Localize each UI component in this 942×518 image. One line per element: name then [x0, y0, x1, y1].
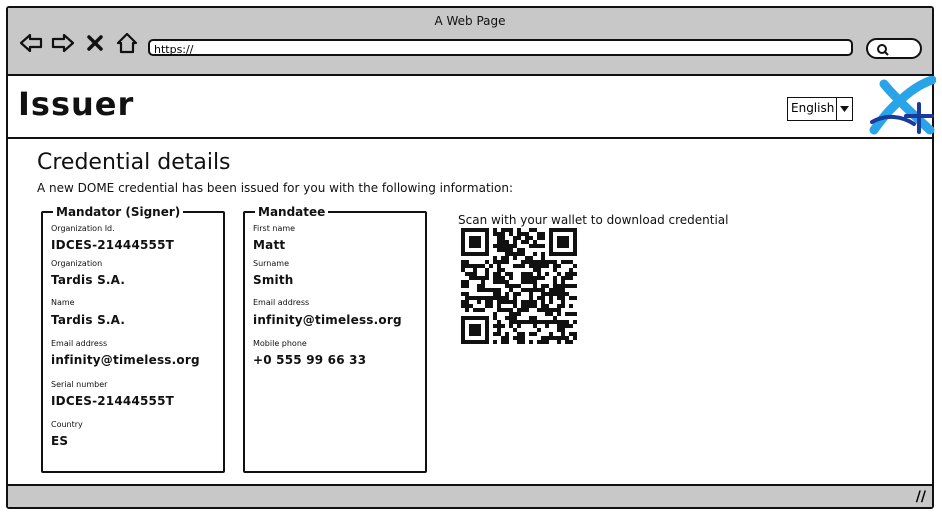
- browser-search-button[interactable]: [866, 38, 922, 59]
- browser-chrome: A Web Page https://: [8, 8, 932, 76]
- forward-arrow-icon[interactable]: [50, 30, 76, 56]
- organization-id-value: IDCES-21444555T: [51, 238, 175, 252]
- country-value: ES: [51, 434, 69, 448]
- mobile-phone-label: Mobile phone: [253, 339, 307, 348]
- mandatee-email-label: Email address: [253, 298, 310, 307]
- intro-text: A new DOME credential has been issued fo…: [37, 181, 513, 195]
- organization-id-label: Organization Id.: [51, 224, 115, 233]
- qr-code[interactable]: [461, 228, 581, 348]
- status-bar: //: [8, 484, 932, 507]
- home-icon[interactable]: [114, 30, 140, 56]
- app-title: Issuer: [18, 85, 135, 123]
- first-name-label: First name: [253, 224, 296, 233]
- mandator-email-label: Email address: [51, 339, 108, 348]
- mandatee-email-value: infinity@timeless.org: [253, 313, 402, 327]
- search-icon: [877, 44, 889, 56]
- resize-grip-icon[interactable]: //: [916, 489, 926, 505]
- mandator-legend: Mandator (Signer): [42, 204, 184, 220]
- mobile-phone-value: +0 555 99 66 33: [253, 353, 367, 367]
- language-select-value: English: [791, 101, 835, 115]
- url-bar[interactable]: https://: [148, 39, 853, 56]
- close-icon[interactable]: [82, 30, 108, 56]
- mandatee-legend: Mandatee: [244, 204, 329, 220]
- nav-buttons: [18, 30, 140, 56]
- mandator-group: Mandator (Signer) Organization Id. IDCES…: [41, 204, 225, 473]
- name-value: Tardis S.A.: [51, 313, 126, 327]
- first-name-value: Matt: [253, 238, 286, 252]
- qr-instruction: Scan with your wallet to download creden…: [458, 213, 729, 227]
- serial-number-label: Serial number: [51, 380, 108, 389]
- page-title: Credential details: [37, 150, 231, 175]
- name-label: Name: [51, 298, 75, 307]
- organization-value: Tardis S.A.: [51, 273, 126, 287]
- window-title: A Web Page: [434, 14, 506, 28]
- surname-value: Smith: [253, 273, 294, 287]
- mandator-email-value: infinity@timeless.org: [51, 353, 200, 367]
- surname-label: Surname: [253, 259, 289, 268]
- back-arrow-icon[interactable]: [18, 30, 44, 56]
- chevron-down-icon[interactable]: [836, 98, 852, 120]
- mandatee-group: Mandatee First name Matt Surname Smith E…: [243, 204, 427, 473]
- serial-number-value: IDCES-21444555T: [51, 394, 175, 408]
- organization-label: Organization: [51, 259, 103, 268]
- country-label: Country: [51, 420, 83, 429]
- brand-logo-icon: [869, 76, 936, 135]
- language-select[interactable]: English: [787, 97, 853, 121]
